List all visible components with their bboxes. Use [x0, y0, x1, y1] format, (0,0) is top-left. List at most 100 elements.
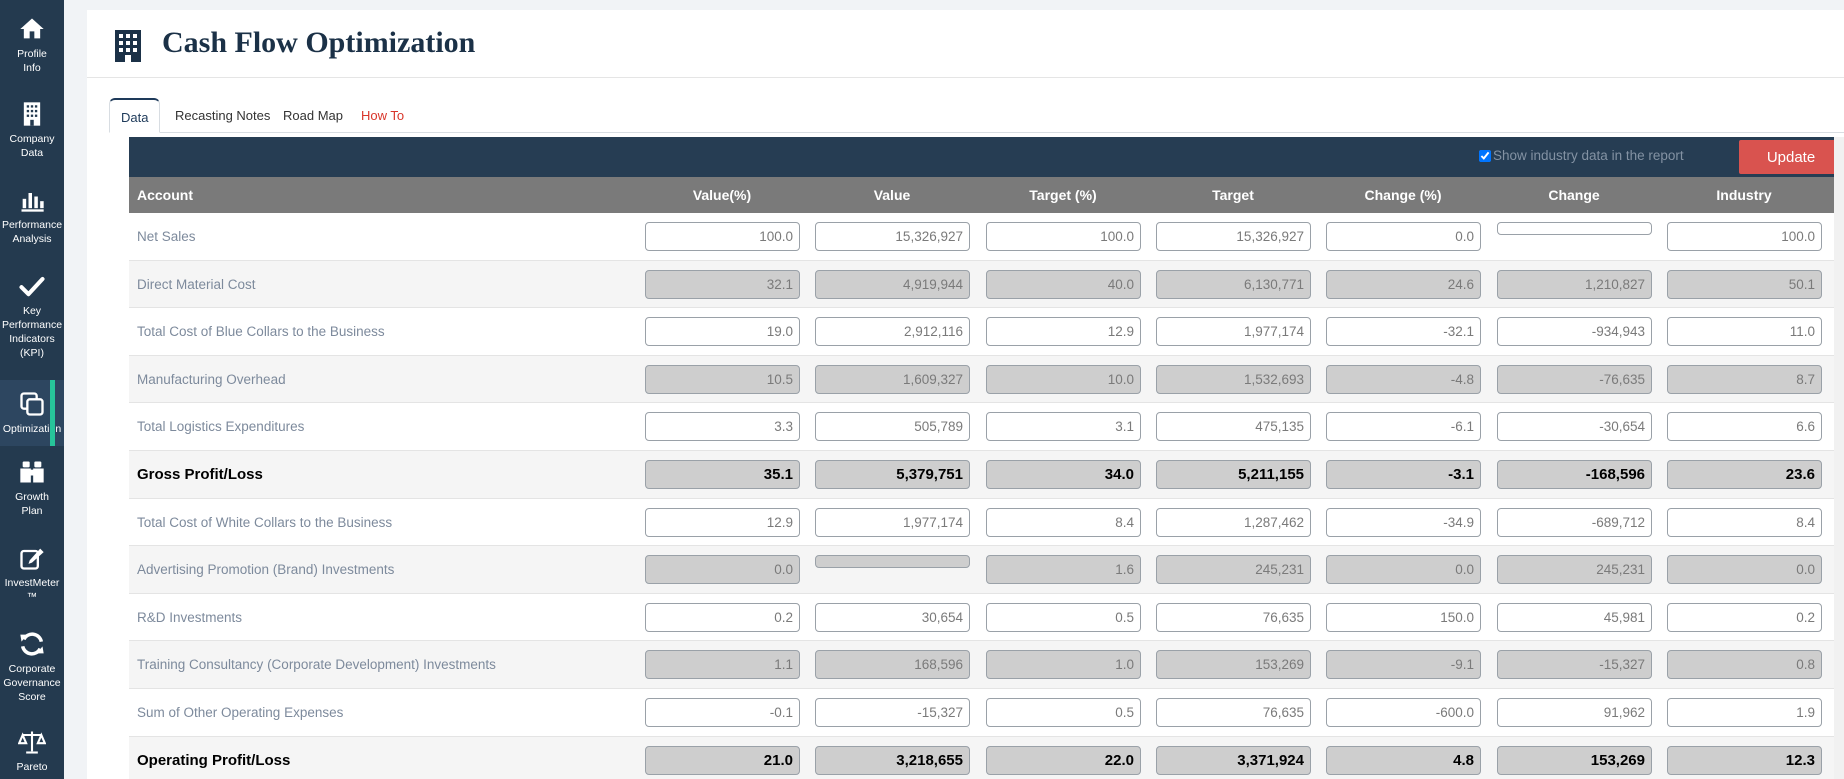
value-field[interactable]: 10.0 [986, 364, 1141, 394]
value-field[interactable]: 50.1 [1667, 269, 1822, 299]
value-field[interactable]: 0.0 [645, 555, 800, 585]
value-field[interactable]: 0.0 [1326, 222, 1481, 251]
value-field[interactable]: 1,210,827 [1497, 269, 1652, 299]
update-button[interactable]: Update [1739, 140, 1843, 174]
value-field[interactable]: 100.0 [986, 222, 1141, 251]
value-field[interactable]: 245,231 [1497, 555, 1652, 585]
value-field[interactable]: 0.5 [986, 697, 1141, 727]
value-field[interactable]: 3,218,655 [815, 745, 970, 775]
value-field[interactable]: -168,596 [1497, 459, 1652, 489]
value-field[interactable]: 0.2 [1667, 602, 1822, 632]
value-field[interactable]: -4.8 [1326, 364, 1481, 394]
value-field[interactable]: 5,379,751 [815, 459, 970, 489]
value-field[interactable]: -32.1 [1326, 317, 1481, 347]
value-field[interactable]: 3.1 [986, 412, 1141, 442]
value-field[interactable]: 168,596 [815, 650, 970, 680]
value-field[interactable]: 153,269 [1156, 650, 1311, 680]
value-field[interactable]: 15,326,927 [1156, 222, 1311, 251]
value-field[interactable]: 76,635 [1156, 697, 1311, 727]
value-field[interactable]: -6.1 [1326, 412, 1481, 442]
value-field[interactable] [1497, 222, 1652, 235]
value-field[interactable]: 100.0 [1667, 222, 1822, 251]
value-field[interactable]: 19.0 [645, 317, 800, 347]
value-field[interactable]: -15,327 [1497, 650, 1652, 680]
tab-how-to[interactable]: How To [350, 98, 415, 133]
value-field[interactable]: -3.1 [1326, 459, 1481, 489]
value-field[interactable]: 32.1 [645, 269, 800, 299]
value-field[interactable]: 8.4 [1667, 507, 1822, 537]
show-industry-toggle[interactable]: Show industry data in the report [1479, 148, 1684, 163]
value-field[interactable]: -934,943 [1497, 317, 1652, 347]
value-field[interactable]: -76,635 [1497, 364, 1652, 394]
value-field[interactable]: 1,977,174 [1156, 317, 1311, 347]
tab-data[interactable]: Data [109, 98, 161, 133]
value-field[interactable]: 21.0 [645, 745, 800, 775]
value-field[interactable]: 0.0 [1326, 555, 1481, 585]
value-field[interactable]: 1.0 [986, 650, 1141, 680]
value-field[interactable]: 35.1 [645, 459, 800, 489]
value-field[interactable]: 23.6 [1667, 459, 1822, 489]
value-field[interactable]: 3.3 [645, 412, 800, 442]
value-field[interactable]: -0.1 [645, 697, 800, 727]
vertical-scrollbar[interactable] [1834, 137, 1844, 779]
value-field[interactable]: 0.5 [986, 602, 1141, 632]
sidebar-item-kpi[interactable]: Key Performance Indicators (KPI) [0, 272, 64, 372]
value-field[interactable]: 5,211,155 [1156, 459, 1311, 489]
value-field[interactable] [815, 555, 970, 569]
value-field[interactable]: 91,962 [1497, 697, 1652, 727]
value-field[interactable]: 40.0 [986, 269, 1141, 299]
sidebar-item-growth-plan[interactable]: Growth Plan [0, 458, 64, 528]
sidebar-item-corporate-governance[interactable]: Corporate Governance Score [0, 630, 64, 710]
value-field[interactable]: 1,287,462 [1156, 507, 1311, 537]
value-field[interactable]: 45,981 [1497, 602, 1652, 632]
value-field[interactable]: 0.0 [1667, 555, 1822, 585]
value-field[interactable]: 1.6 [986, 555, 1141, 585]
value-field[interactable]: 12.9 [986, 317, 1141, 347]
value-field[interactable]: 4,919,944 [815, 269, 970, 299]
sidebar-item-company-data[interactable]: Company Data [0, 100, 64, 170]
value-field[interactable]: 150.0 [1326, 602, 1481, 632]
value-field[interactable]: 0.2 [645, 602, 800, 632]
value-field[interactable]: 11.0 [1667, 317, 1822, 347]
value-field[interactable]: 100.0 [645, 222, 800, 251]
sidebar-item-pareto[interactable]: Pareto [0, 728, 64, 779]
value-field[interactable]: 76,635 [1156, 602, 1311, 632]
tab-recasting-notes[interactable]: Recasting Notes [164, 98, 281, 133]
value-field[interactable]: 8.7 [1667, 364, 1822, 394]
value-field[interactable]: -34.9 [1326, 507, 1481, 537]
value-field[interactable]: 0.8 [1667, 650, 1822, 680]
value-field[interactable]: -15,327 [815, 697, 970, 727]
value-field[interactable]: 245,231 [1156, 555, 1311, 585]
value-field[interactable]: 34.0 [986, 459, 1141, 489]
sidebar-item-optimization[interactable]: Optimization [0, 380, 64, 446]
value-field[interactable]: 6.6 [1667, 412, 1822, 442]
value-field[interactable]: 153,269 [1497, 745, 1652, 775]
value-field[interactable]: 10.5 [645, 364, 800, 394]
value-field[interactable]: 505,789 [815, 412, 970, 442]
sidebar-item-performance-analysis[interactable]: Performance Analysis [0, 186, 64, 256]
value-field[interactable]: 2,912,116 [815, 317, 970, 347]
value-field[interactable]: 1,977,174 [815, 507, 970, 537]
value-field[interactable]: 15,326,927 [815, 222, 970, 251]
value-field[interactable]: -689,712 [1497, 507, 1652, 537]
value-field[interactable]: 12.3 [1667, 745, 1822, 775]
value-field[interactable]: 6,130,771 [1156, 269, 1311, 299]
value-field[interactable]: -30,654 [1497, 412, 1652, 442]
value-field[interactable]: -9.1 [1326, 650, 1481, 680]
value-field[interactable]: 475,135 [1156, 412, 1311, 442]
value-field[interactable]: 24.6 [1326, 269, 1481, 299]
value-field[interactable]: 3,371,924 [1156, 745, 1311, 775]
value-field[interactable]: 1,532,693 [1156, 364, 1311, 394]
show-industry-checkbox[interactable] [1479, 149, 1491, 162]
value-field[interactable]: 12.9 [645, 507, 800, 537]
value-field[interactable]: 30,654 [815, 602, 970, 632]
value-field[interactable]: 8.4 [986, 507, 1141, 537]
value-field[interactable]: -600.0 [1326, 697, 1481, 727]
sidebar-item-profile-info[interactable]: Profile Info [0, 15, 64, 85]
value-field[interactable]: 22.0 [986, 745, 1141, 775]
value-field[interactable]: 1.9 [1667, 697, 1822, 727]
value-field[interactable]: 1,609,327 [815, 364, 970, 394]
value-field[interactable]: 1.1 [645, 650, 800, 680]
tab-road-map[interactable]: Road Map [272, 98, 354, 133]
value-field[interactable]: 4.8 [1326, 745, 1481, 775]
